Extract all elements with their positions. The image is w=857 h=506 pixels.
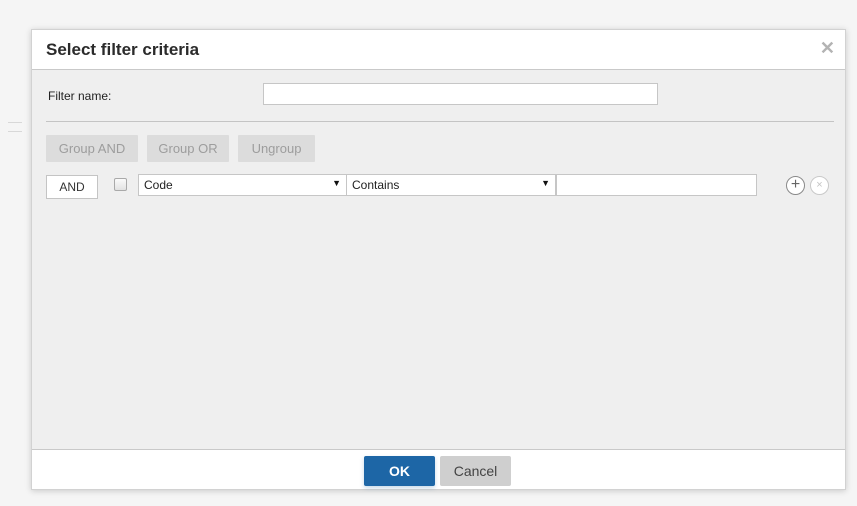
dialog-header: Select filter criteria ✕ bbox=[32, 30, 845, 70]
criteria-value-input[interactable] bbox=[556, 174, 757, 196]
chevron-down-icon: ▼ bbox=[332, 178, 341, 188]
group-and-button[interactable]: Group AND bbox=[46, 135, 138, 162]
field-select-value: Code bbox=[144, 178, 173, 192]
criteria-checkbox[interactable] bbox=[114, 178, 127, 191]
filter-name-label: Filter name: bbox=[48, 89, 112, 103]
filter-name-input[interactable] bbox=[263, 83, 658, 105]
field-select[interactable]: Code ▼ bbox=[138, 174, 347, 196]
divider bbox=[46, 121, 834, 122]
group-or-button[interactable]: Group OR bbox=[147, 135, 229, 162]
operator-select-value: Contains bbox=[352, 178, 400, 192]
close-icon[interactable]: ✕ bbox=[820, 38, 835, 58]
chevron-down-icon: ▼ bbox=[541, 178, 550, 188]
ok-button[interactable]: OK bbox=[364, 456, 435, 486]
dialog-title: Select filter criteria bbox=[46, 40, 200, 59]
logic-operator-button[interactable]: AND bbox=[46, 175, 98, 199]
remove-circle-icon[interactable]: × bbox=[810, 176, 829, 195]
ungroup-button[interactable]: Ungroup bbox=[238, 135, 315, 162]
operator-select[interactable]: Contains ▼ bbox=[346, 174, 556, 196]
background-icon bbox=[8, 122, 22, 132]
dialog-footer: OK Cancel bbox=[32, 449, 845, 489]
filter-criteria-dialog: Select filter criteria ✕ Filter name: Gr… bbox=[31, 29, 846, 490]
plus-circle-icon[interactable]: + bbox=[786, 176, 805, 195]
cancel-button[interactable]: Cancel bbox=[440, 456, 511, 486]
